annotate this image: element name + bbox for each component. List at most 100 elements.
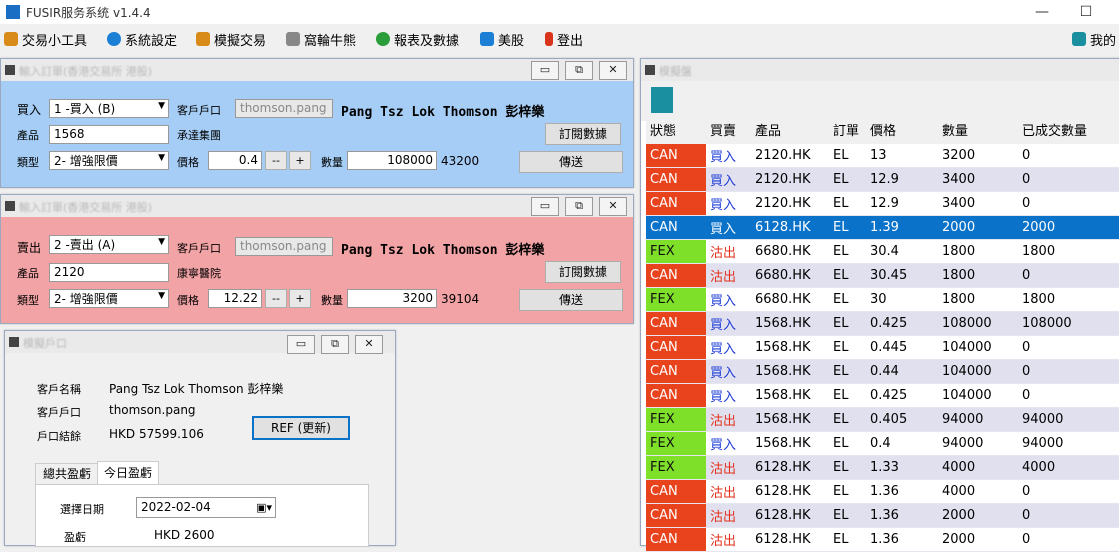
product-cell: 1568.HK [755, 340, 811, 355]
table-row[interactable]: CAN 買入 1568.HK EL 0.425 104000 0 [646, 384, 1119, 408]
account-field[interactable]: thomson.pang [235, 99, 333, 118]
table-row[interactable]: CAN 買入 2120.HK EL 12.9 3400 0 [646, 192, 1119, 216]
table-row[interactable]: CAN 買入 6128.HK EL 1.39 2000 2000 [646, 216, 1119, 240]
minimize-button[interactable]: ▭ [531, 61, 559, 80]
book-icon [196, 32, 210, 46]
product-cell: 1568.HK [755, 436, 811, 451]
order-amount: 43200 [441, 154, 480, 168]
send-button[interactable]: 傳送 [519, 151, 623, 173]
menu-item-warrants[interactable]: 窩輪牛熊 [286, 30, 356, 49]
maximize-button[interactable]: ⧉ [321, 335, 349, 354]
table-row[interactable]: CAN 買入 2120.HK EL 12.9 3400 0 [646, 168, 1119, 192]
price-increment-button[interactable]: + [289, 151, 311, 170]
side-select[interactable]: 2 -賣出 (A) ▼ [49, 235, 169, 254]
product-cell: 1568.HK [755, 412, 811, 427]
side-select[interactable]: 1 -買入 (B) ▼ [49, 99, 169, 118]
quantity-cell: 3400 [942, 172, 976, 187]
price-field[interactable]: 0.4 [208, 151, 262, 170]
product-code-field[interactable]: 1568 [49, 125, 169, 144]
header-order[interactable]: 訂單 [829, 120, 866, 144]
table-row[interactable]: CAN 沽出 6128.HK EL 1.36 2000 0 [646, 504, 1119, 528]
minimize-button[interactable]: ▭ [531, 197, 559, 216]
quantity-field[interactable]: 108000 [347, 151, 437, 170]
price-decrement-button[interactable]: -- [265, 289, 287, 308]
order-type-select[interactable]: 2- 增強限價 ▼ [49, 289, 169, 308]
menu-item-us-stocks[interactable]: 美股 [480, 30, 524, 49]
order-type-cell: EL [833, 148, 849, 163]
table-row[interactable]: CAN 買入 1568.HK EL 0.425 108000 108000 [646, 312, 1119, 336]
order-type-select[interactable]: 2- 增強限價 ▼ [49, 151, 169, 170]
menu-item-simulation[interactable]: 模擬交易 [196, 30, 266, 49]
refresh-button[interactable]: REF (更新) [252, 416, 350, 440]
table-row[interactable]: FEX 買入 6680.HK EL 30 1800 1800 [646, 288, 1119, 312]
close-button[interactable]: ✕ [355, 335, 383, 354]
app-icon [6, 5, 20, 19]
status-cell: FEX [646, 288, 706, 311]
table-row[interactable]: CAN 沽出 6128.HK EL 1.36 4000 0 [646, 480, 1119, 504]
table-row[interactable]: CAN 買入 1568.HK EL 0.445 104000 0 [646, 336, 1119, 360]
table-row[interactable]: FEX 沽出 6128.HK EL 1.33 4000 4000 [646, 456, 1119, 480]
date-picker[interactable]: 2022-02-04 ▣▾ [136, 497, 276, 518]
header-price[interactable]: 價格 [866, 120, 938, 144]
price-field[interactable]: 12.22 [208, 289, 262, 308]
close-button[interactable]: ✕ [599, 197, 627, 216]
product-code-field[interactable]: 2120 [49, 263, 169, 282]
filled-cell: 0 [1022, 532, 1031, 547]
side-cell: 買入 [710, 150, 737, 165]
account-titlebar: 模擬戶口 ▭ ⧉ ✕ [5, 331, 395, 354]
maximize-button[interactable]: ⧉ [565, 61, 593, 80]
minimize-window-button[interactable]: — [1032, 2, 1052, 22]
filled-cell: 0 [1022, 340, 1031, 355]
price-decrement-button[interactable]: -- [265, 151, 287, 170]
table-row[interactable]: FEX 沽出 1568.HK EL 0.405 94000 94000 [646, 408, 1119, 432]
order-type-cell: EL [833, 436, 849, 451]
close-button[interactable]: ✕ [599, 61, 627, 80]
price-cell: 0.405 [870, 412, 908, 427]
order-type-value: 2- 增強限價 [54, 292, 118, 306]
globe-icon [376, 32, 390, 46]
quantity-field[interactable]: 3200 [347, 289, 437, 308]
header-quantity[interactable]: 數量 [938, 120, 1018, 144]
order-type-cell: EL [833, 268, 849, 283]
table-row[interactable]: CAN 沽出 6128.HK EL 1.36 2000 0 [646, 528, 1119, 552]
tab-today-pnl[interactable]: 今日盈虧 [97, 461, 159, 486]
price-cell: 0.445 [870, 340, 908, 355]
price-increment-button[interactable]: + [289, 289, 311, 308]
header-filled-quantity[interactable]: 已成交數量 [1018, 120, 1119, 144]
subscribe-data-button[interactable]: 訂閱數據 [545, 261, 621, 283]
subscribe-data-button[interactable]: 訂閱數據 [545, 123, 621, 145]
table-row[interactable]: CAN 買入 2120.HK EL 13 3200 0 [646, 144, 1119, 168]
send-button[interactable]: 傳送 [519, 289, 623, 311]
table-row[interactable]: FEX 沽出 6680.HK EL 30.4 1800 1800 [646, 240, 1119, 264]
header-status[interactable]: 狀態 [646, 120, 706, 144]
header-product[interactable]: 產品 [751, 120, 829, 144]
tab-panel: 選擇日期 2022-02-04 ▣▾ 盈虧 HKD 2600 [35, 484, 369, 547]
export-icon[interactable] [651, 87, 673, 113]
menu-item-logout[interactable]: 登出 [545, 30, 583, 49]
calendar-icon [480, 32, 494, 46]
menu-item-tools[interactable]: 交易小工具 [4, 30, 87, 49]
quantity-cell: 104000 [942, 340, 992, 355]
account-field[interactable]: thomson.pang [235, 237, 333, 256]
table-row[interactable]: CAN 沽出 6680.HK EL 30.45 1800 0 [646, 264, 1119, 288]
table-row[interactable]: FEX 買入 1568.HK EL 0.4 94000 94000 [646, 432, 1119, 456]
menu-item-settings[interactable]: 系統設定 [107, 30, 177, 49]
side-cell: 買入 [710, 390, 737, 405]
table-row[interactable]: CAN 買入 1568.HK EL 0.44 104000 0 [646, 360, 1119, 384]
side-value: 2 -賣出 (A) [54, 238, 116, 252]
maximize-window-button[interactable]: ☐ [1076, 2, 1096, 22]
tools-icon [4, 32, 18, 46]
header-side[interactable]: 買賣 [706, 120, 751, 144]
price-cell: 0.425 [870, 388, 908, 403]
buy-order-title: 輸入訂單(香港交易所 港股) [19, 65, 153, 78]
price-cell: 12.9 [870, 172, 899, 187]
minimize-button[interactable]: ▭ [287, 335, 315, 354]
side-cell: 沽出 [710, 510, 737, 525]
tab-total-pnl[interactable]: 總共盈虧 [35, 463, 99, 484]
filled-cell: 94000 [1022, 436, 1064, 451]
menu-item-reports[interactable]: 報表及數據 [376, 30, 459, 49]
maximize-button[interactable]: ⧉ [565, 197, 593, 216]
side-cell: 買入 [710, 294, 737, 309]
menu-item-my[interactable]: 我的 [1072, 30, 1116, 49]
status-cell: CAN [646, 336, 706, 359]
